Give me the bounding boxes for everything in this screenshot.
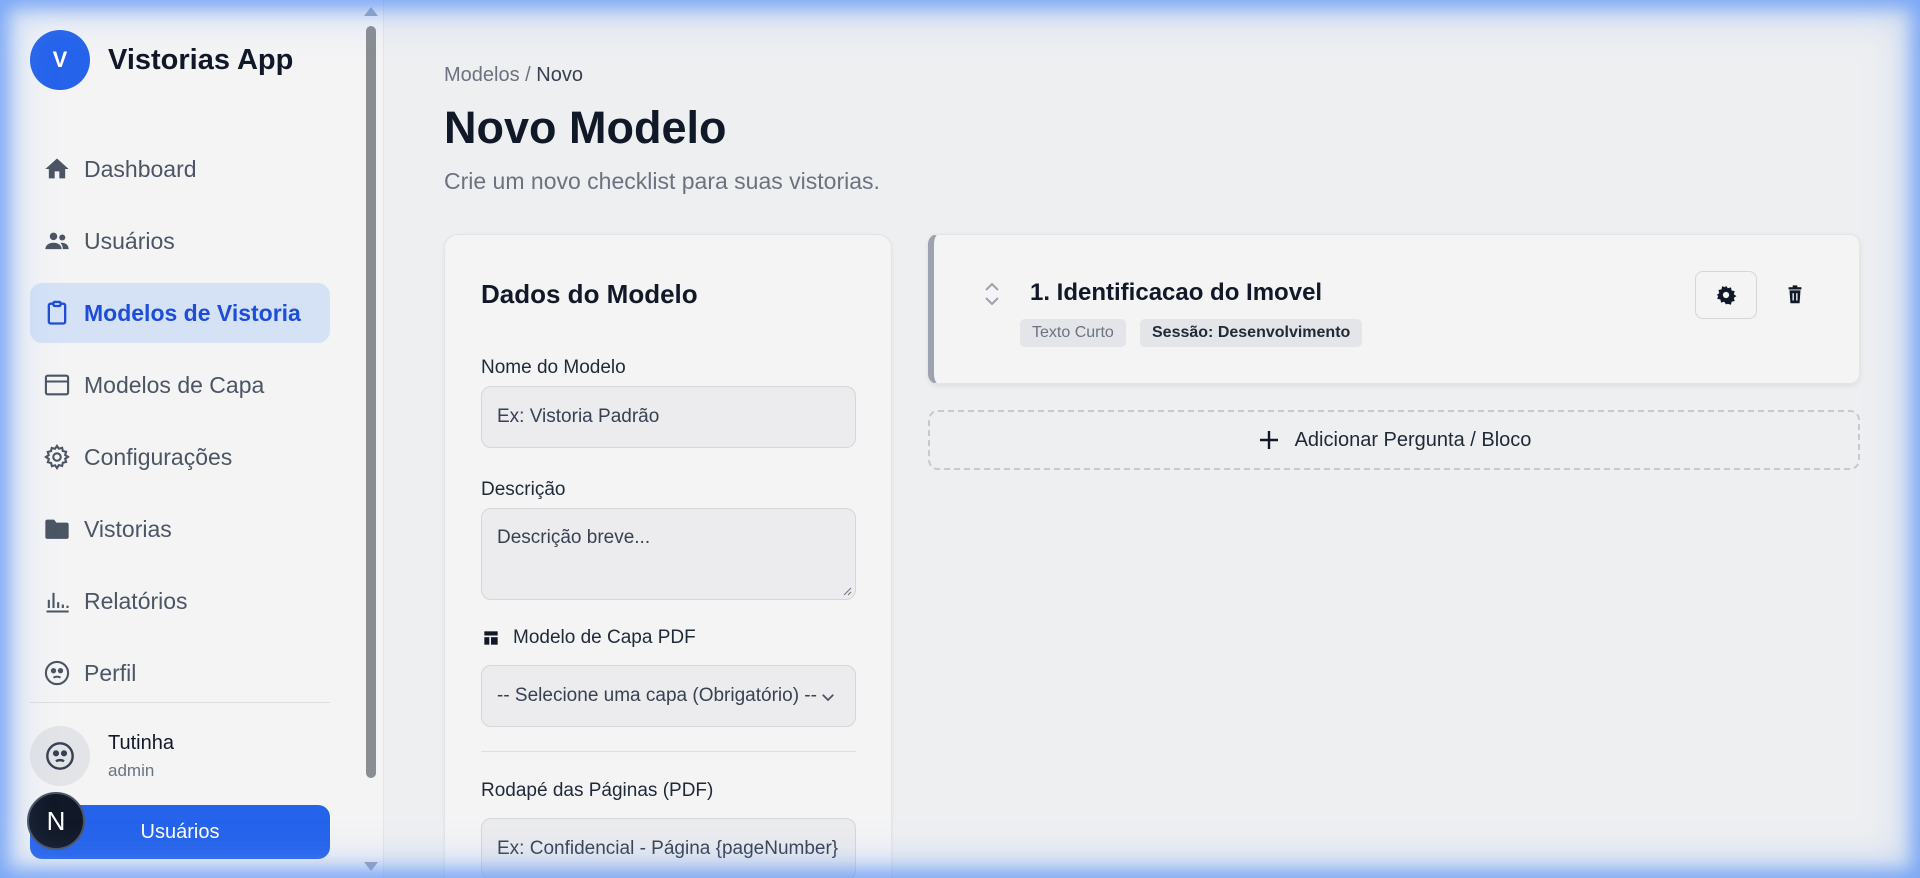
model-name-input[interactable]: Ex: Vistoria Padrão: [481, 386, 856, 448]
card-title: Dados do Modelo: [481, 279, 698, 309]
gear-icon: [42, 442, 72, 472]
folder-icon: [42, 514, 72, 544]
sidebar-item-label: Perfil: [84, 659, 137, 686]
session-badge: Sessão: Desenvolvimento: [1140, 319, 1363, 347]
sidebar-item-perfil[interactable]: Perfil: [30, 643, 330, 703]
footer-placeholder: Ex: Confidencial - Página {pageNumber}: [497, 838, 839, 859]
cover-select-value: -- Selecione uma capa (Obrigatório) --: [497, 685, 817, 706]
scroll-thumb[interactable]: [366, 26, 376, 778]
chevron-down-icon: [822, 694, 834, 702]
bar-chart-icon: [42, 586, 72, 616]
scroll-down-arrow-icon[interactable]: [364, 862, 378, 871]
page-title: Novo Modelo: [444, 102, 727, 153]
question-type-badge: Texto Curto: [1020, 319, 1126, 347]
sidebar-item-vistorias[interactable]: Vistorias: [30, 499, 330, 559]
description-textarea[interactable]: Descrição breve...: [481, 508, 856, 600]
layout-icon: [484, 631, 498, 645]
description-placeholder: Descrição breve...: [497, 527, 651, 548]
model-name-placeholder: Ex: Vistoria Padrão: [497, 406, 660, 427]
clipboard-icon: [42, 298, 72, 328]
footer-label: Rodapé das Páginas (PDF): [481, 780, 714, 801]
resize-handle-icon[interactable]: [842, 586, 852, 596]
face-icon: [42, 658, 72, 688]
breadcrumb: Modelos / Novo: [444, 64, 583, 87]
users-icon: [42, 226, 72, 256]
add-question-button[interactable]: Adicionar Pergunta / Bloco: [928, 410, 1860, 470]
sidebar-nav: Dashboard Usuários Modelos de Vistoria M…: [30, 139, 330, 715]
app-name: Vistorias App: [108, 43, 294, 76]
sidebar-item-modelos-de-capa[interactable]: Modelos de Capa: [30, 355, 330, 415]
sidebar-item-relatorios[interactable]: Relatórios: [30, 571, 330, 631]
sidebar-item-label: Configurações: [84, 443, 233, 470]
breadcrumb-current: Novo: [536, 64, 583, 86]
next-dev-badge[interactable]: N: [27, 792, 85, 850]
footer-input[interactable]: Ex: Confidencial - Página {pageNumber}: [481, 818, 856, 878]
sidebar-item-usuarios[interactable]: Usuários: [30, 211, 330, 271]
sidebar-item-configuracoes[interactable]: Configurações: [30, 427, 330, 487]
form-divider: [481, 751, 856, 752]
scroll-up-arrow-icon[interactable]: [364, 7, 378, 16]
breadcrumb-parent-link[interactable]: Modelos: [444, 64, 520, 86]
plus-icon: [1257, 428, 1281, 452]
sidebar-item-label: Vistorias: [84, 515, 172, 542]
sidebar-item-modelos-de-vistoria[interactable]: Modelos de Vistoria: [30, 283, 330, 343]
avatar: [30, 726, 90, 786]
trash-icon: [1788, 285, 1802, 304]
sidebar-item-label: Usuários: [84, 227, 175, 254]
sidebar: V Vistorias App Dashboard Usuários Model…: [0, 0, 384, 878]
delete-question-button[interactable]: [1775, 271, 1815, 319]
question-settings-button[interactable]: [1695, 271, 1757, 319]
sidebar-item-label: Modelos de Capa: [84, 371, 265, 398]
sidebar-item-label: Dashboard: [84, 155, 197, 182]
question-title: 1. Identificacao do Imovel: [1030, 279, 1323, 306]
user-role: admin: [108, 760, 155, 780]
cover-label-text: Modelo de Capa PDF: [513, 627, 696, 648]
home-icon: [42, 154, 72, 184]
sidebar-item-label: Modelos de Vistoria: [84, 299, 301, 326]
sidebar-divider: [30, 702, 330, 703]
cover-label: Modelo de Capa PDF: [481, 627, 696, 649]
description-label: Descrição: [481, 479, 566, 500]
question-card[interactable]: 1. Identificacao do Imovel Texto Curto S…: [928, 234, 1860, 384]
window-icon: [42, 370, 72, 400]
cover-model-select[interactable]: -- Selecione uma capa (Obrigatório) --: [481, 665, 856, 727]
user-profile[interactable]: Tutinha admin: [30, 726, 174, 786]
user-name: Tutinha: [108, 731, 174, 754]
page-subtitle: Crie um novo checklist para suas vistori…: [444, 168, 880, 194]
gear-icon: [1716, 285, 1737, 305]
app-logo: V: [30, 30, 90, 90]
breadcrumb-separator: /: [525, 64, 531, 86]
model-data-card: Dados do Modelo Nome do Modelo Ex: Visto…: [444, 234, 892, 878]
add-question-label: Adicionar Pergunta / Bloco: [1294, 428, 1532, 451]
sidebar-item-dashboard[interactable]: Dashboard: [30, 139, 330, 199]
name-label: Nome do Modelo: [481, 357, 626, 378]
user-info: Tutinha admin: [108, 732, 174, 781]
sidebar-item-label: Relatórios: [84, 587, 188, 614]
brand[interactable]: V Vistorias App: [30, 30, 293, 90]
drag-handle-icon[interactable]: [984, 281, 1000, 312]
